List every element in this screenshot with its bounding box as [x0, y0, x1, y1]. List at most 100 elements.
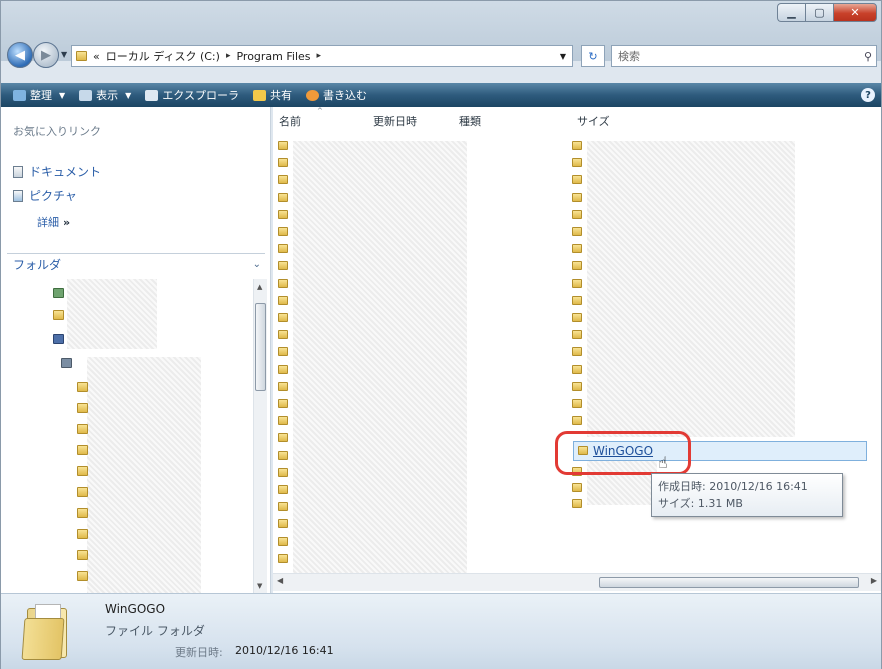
folder-icon: [278, 261, 288, 271]
refresh-button[interactable]: ↻: [581, 45, 605, 67]
tree-item[interactable]: [77, 568, 88, 584]
folder-icon: [77, 445, 88, 455]
document-icon: [13, 165, 23, 178]
address-bar[interactable]: « ローカル ディスク (C:) ▸ Program Files ▸ ▼: [71, 45, 573, 67]
folder-icon: [278, 278, 288, 288]
favorite-pictures[interactable]: ピクチャ: [13, 187, 77, 204]
tooltip-size: サイズ: 1.31 MB: [658, 497, 743, 510]
tree-item[interactable]: [77, 547, 88, 563]
maximize-button[interactable]: ▢: [805, 3, 833, 22]
favorite-documents-label: ドキュメント: [29, 165, 102, 179]
caption-buttons: ▁ ▢ ✕: [777, 3, 877, 23]
folder-icon: [572, 313, 582, 322]
search-icon[interactable]: ⚲: [864, 50, 872, 63]
scroll-right-icon[interactable]: ▶: [871, 576, 877, 585]
folder-icon: [278, 467, 288, 477]
minimize-button[interactable]: ▁: [777, 3, 805, 22]
folder-icon: [278, 433, 288, 443]
address-row: ◀ ▶ ▼ « ローカル ディスク (C:) ▸ Program Files ▸…: [7, 41, 877, 68]
scroll-thumb[interactable]: [599, 577, 859, 588]
help-button[interactable]: ?: [861, 88, 875, 102]
tree-item[interactable]: [77, 526, 88, 542]
tree-item[interactable]: [77, 484, 88, 500]
back-button[interactable]: ◀: [7, 42, 33, 68]
folder-icon: [278, 295, 288, 305]
folder-icon: [278, 175, 288, 185]
chevron-down-icon: ⌄: [252, 259, 261, 270]
breadcrumb-program-files[interactable]: Program Files: [236, 50, 310, 63]
horizontal-scrollbar[interactable]: ◀ ▶: [273, 573, 881, 591]
folder-icon: [572, 295, 582, 305]
burn-button[interactable]: 書き込む: [305, 87, 367, 103]
address-chevrons[interactable]: «: [93, 50, 100, 63]
close-button[interactable]: ✕: [833, 3, 877, 22]
folder-icon: [278, 313, 288, 322]
favorites-title: お気に入りリンク: [13, 125, 101, 138]
tree-item[interactable]: [77, 442, 88, 458]
folder-icon: [572, 483, 582, 492]
folder-icon: [278, 519, 288, 529]
folder-icon: [572, 330, 582, 340]
recent-pages-dropdown[interactable]: ▼: [61, 50, 67, 59]
drive-icon: [61, 358, 72, 368]
scroll-up-icon[interactable]: ▲: [257, 283, 262, 291]
favorite-documents[interactable]: ドキュメント: [13, 163, 101, 180]
views-button[interactable]: 表示 ▼: [79, 87, 131, 103]
breadcrumb-separator[interactable]: ▸: [226, 51, 231, 61]
details-type: ファイル フォルダ: [105, 624, 205, 638]
folder-icon: [572, 209, 582, 219]
folder-icon: [572, 261, 582, 271]
column-type[interactable]: 種類: [459, 113, 481, 129]
folder-icon: [76, 51, 87, 61]
more-arrows: »: [63, 216, 71, 229]
folder-icon: [572, 278, 582, 288]
tree-item[interactable]: [77, 379, 88, 395]
folder-icon: [278, 330, 288, 340]
folder-icon: [278, 192, 288, 202]
share-button[interactable]: 共有: [252, 87, 292, 103]
hand-cursor-icon: ☝: [658, 453, 668, 472]
folder-icon: [278, 244, 288, 254]
views-label: 表示: [96, 89, 119, 102]
search-placeholder: 検索: [618, 50, 640, 63]
tree-item[interactable]: [77, 463, 88, 479]
address-dropdown-icon[interactable]: ▼: [560, 52, 566, 61]
item-tooltip: 作成日時: 2010/12/16 16:41 サイズ: 1.31 MB: [651, 473, 843, 517]
more-link[interactable]: 詳細 »: [37, 214, 70, 230]
chevron-down-icon: ▼: [59, 90, 66, 100]
tree-item[interactable]: [53, 331, 64, 347]
breadcrumb-separator[interactable]: ▸: [317, 51, 322, 61]
column-name[interactable]: 名前: [279, 113, 301, 129]
details-name: WinGOGO: [105, 602, 166, 616]
organize-button[interactable]: 整理 ▼: [13, 87, 65, 103]
breadcrumb-local-disk[interactable]: ローカル ディスク (C:): [106, 48, 220, 64]
highlight-annotation: [555, 431, 691, 475]
folder-icon: [278, 347, 288, 357]
folder-icon: [278, 364, 288, 374]
explore-button[interactable]: エクスプローラ: [145, 87, 239, 103]
redacted-area: [67, 279, 157, 349]
scroll-down-icon[interactable]: ▼: [257, 582, 262, 590]
folder-icon: [77, 382, 88, 392]
redacted-area: [87, 357, 201, 594]
folders-label: フォルダ: [13, 258, 62, 272]
tree-scrollbar[interactable]: ▲ ▼: [253, 279, 267, 594]
tree-item[interactable]: [61, 355, 72, 371]
forward-button[interactable]: ▶: [33, 42, 59, 68]
column-modified[interactable]: 更新日時: [373, 113, 417, 129]
search-input[interactable]: 検索 ⚲: [611, 45, 877, 67]
tree-item[interactable]: [77, 421, 88, 437]
tree-item[interactable]: [53, 307, 64, 323]
folder-tree: [7, 279, 257, 594]
tree-item[interactable]: [77, 505, 88, 521]
scroll-thumb[interactable]: [255, 303, 266, 391]
column-size[interactable]: サイズ: [577, 113, 610, 129]
scroll-left-icon[interactable]: ◀: [277, 576, 283, 585]
folder-icon: [77, 466, 88, 476]
tree-item[interactable]: [53, 285, 64, 301]
large-folder-icon: [21, 602, 69, 660]
chevron-down-icon: ▼: [125, 90, 132, 100]
folders-header[interactable]: フォルダ ⌄: [7, 253, 265, 275]
tree-item[interactable]: [77, 400, 88, 416]
favorite-pictures-label: ピクチャ: [29, 189, 77, 203]
